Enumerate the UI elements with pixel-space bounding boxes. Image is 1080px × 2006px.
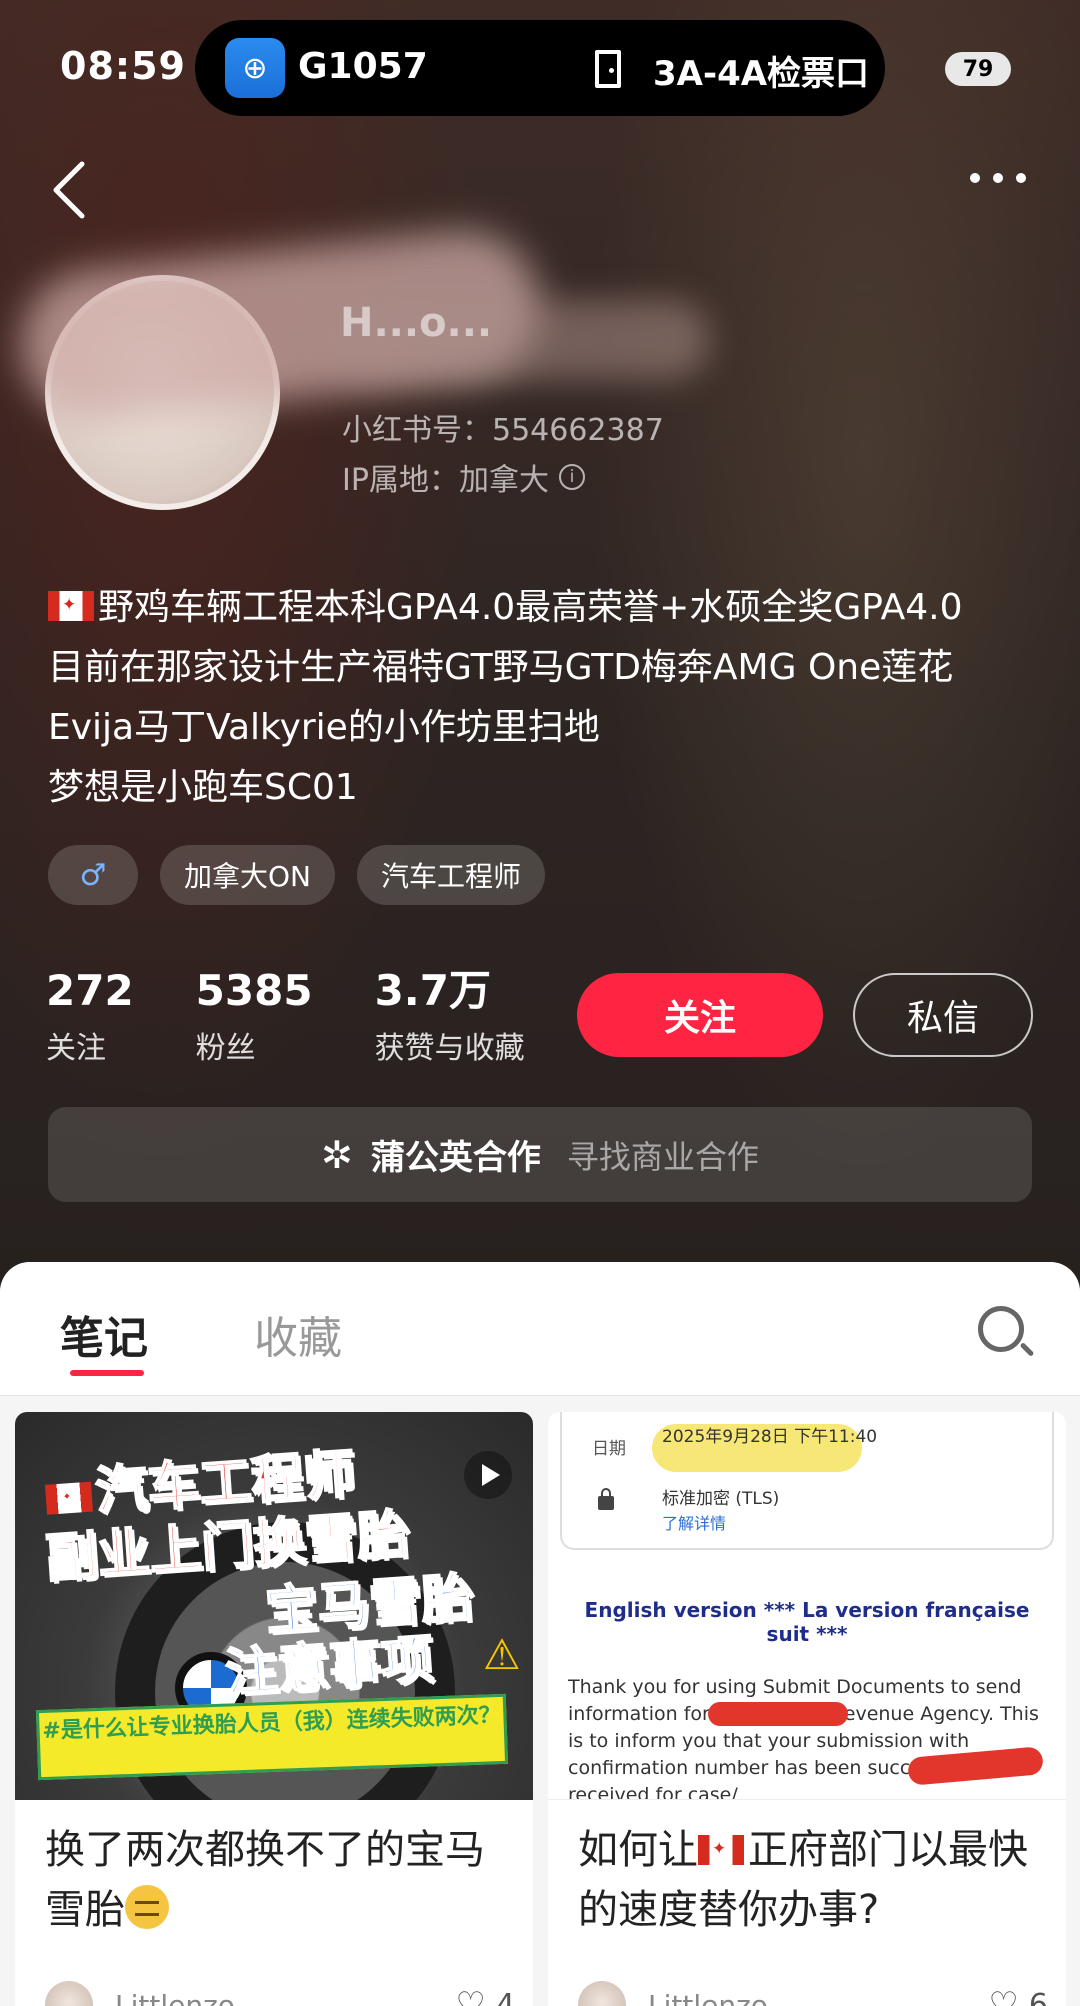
note-thumbnail[interactable]: 汽车工程师 副业上门换雪胎 宝马雪胎 注意事项 ⚠ #是什么让专业换胎人员（我）…	[15, 1412, 533, 1800]
note-title-text: 换了两次都换不了的宝马雪胎	[45, 1827, 485, 1933]
bio-line-1: 野鸡车辆工程本科GPA4.0最高荣誉+水硕全奖GPA4.0	[48, 578, 1038, 638]
warning-icon: ⚠	[483, 1630, 521, 1679]
stat-likes-label: 获赞与收藏	[374, 1031, 525, 1066]
business-title: 蒲公英合作	[370, 1138, 541, 1178]
stat-likes-count: 3.7万	[374, 966, 491, 1015]
heart-icon: ♡	[455, 1985, 486, 2006]
status-bar: 08:59 ⊕ G1057 3A-4A检票口 79	[0, 0, 1080, 130]
video-play-icon	[464, 1451, 512, 1499]
back-arrow-icon[interactable]	[50, 160, 90, 220]
more-options-icon[interactable]	[968, 168, 1028, 188]
tab-favorites[interactable]: 收藏	[254, 1302, 342, 1366]
stat-likes-collects[interactable]: 3.7万 获赞与收藏	[375, 965, 525, 1067]
bio-line-3: Evija马丁Valkyrie的小作坊里扫地	[48, 707, 600, 748]
active-tab-indicator	[70, 1370, 144, 1376]
email-header-box: 日期 2025年9月28日 下午11:40 标准加密 (TLS) 了解详情	[560, 1412, 1054, 1550]
email-date-label: 日期	[592, 1439, 626, 1459]
note-meta: Littlenzo ♡ 4	[45, 1980, 515, 2006]
canada-flag-icon	[698, 1835, 744, 1865]
stat-followers-label: 粉丝	[195, 1031, 256, 1066]
note-title-prefix: 如何让	[578, 1827, 698, 1873]
status-time: 08:59	[60, 44, 186, 88]
profile-bio: 野鸡车辆工程本科GPA4.0最高荣誉+水硕全奖GPA4.0 目前在那家设计生产福…	[48, 578, 1038, 818]
author-avatar[interactable]	[45, 1981, 93, 2006]
stat-following-label: 关注	[46, 1031, 106, 1066]
ip-location-text: IP属地：加拿大	[342, 463, 549, 498]
author-avatar[interactable]	[578, 1981, 626, 2006]
rail-icon-glyph: ⊕	[242, 50, 268, 86]
canada-flag-icon	[44, 1481, 93, 1515]
china-railway-logo-icon: ⊕	[225, 38, 285, 98]
profile-tags: ♂ 加拿大ON 汽车工程师	[48, 845, 546, 905]
canada-flag-icon	[48, 591, 94, 621]
note-title: 换了两次都换不了的宝马雪胎	[45, 1820, 515, 1940]
redaction-mark	[708, 1702, 848, 1726]
like-count: 6	[1028, 1987, 1048, 2006]
message-button[interactable]: 私信	[853, 973, 1033, 1057]
bio-line-4: 梦想是小跑车SC01	[48, 767, 358, 808]
dynamic-island-train-ticket[interactable]: ⊕ G1057 3A-4A检票口	[195, 20, 885, 116]
tag-location: 加拿大ON	[160, 845, 335, 905]
stat-followers-count: 5385	[195, 966, 313, 1015]
business-cooperation-bar[interactable]: ✲ 蒲公英合作 寻找商业合作	[48, 1107, 1032, 1202]
bio-line-1-text: 野鸡车辆工程本科GPA4.0最高荣誉+水硕全奖GPA4.0	[98, 587, 963, 628]
search-icon[interactable]	[978, 1306, 1024, 1352]
gender-male-icon: ♂	[48, 845, 138, 905]
like-button[interactable]: ♡ 6	[988, 1985, 1048, 2006]
email-english-body: Thank you for using Submit Documents to …	[568, 1676, 1039, 1800]
tab-bar: 笔记 收藏	[0, 1262, 1080, 1396]
email-english-title: English version *** La version française…	[584, 1598, 1030, 1646]
bio-line-2: 目前在那家设计生产福特GT野马GTD梅奔AMG One莲花	[48, 647, 954, 688]
profile-id[interactable]: 小红书号：554662387	[342, 405, 664, 449]
info-icon[interactable]: i	[558, 464, 585, 490]
note-title: 如何让正府部门以最快的速度替你办事?	[578, 1820, 1048, 1940]
train-number: G1057	[298, 46, 428, 87]
lock-icon	[598, 1488, 614, 1510]
expressionless-emoji-icon	[125, 1885, 169, 1929]
business-subtitle: 寻找商业合作	[566, 1137, 759, 1176]
follow-button[interactable]: 关注	[577, 973, 823, 1057]
heart-icon: ♡	[988, 1985, 1019, 2006]
note-thumbnail[interactable]: 日期 2025年9月28日 下午11:40 标准加密 (TLS) 了解详情 En…	[548, 1412, 1066, 1800]
battery-indicator: 79	[945, 52, 1011, 86]
email-encryption: 标准加密 (TLS)	[662, 1489, 780, 1509]
profile-stats: 272 关注 5385 粉丝 3.7万 获赞与收藏	[46, 965, 587, 1067]
stat-following[interactable]: 272 关注	[46, 965, 134, 1067]
email-date-value: 2025年9月28日 下午11:40	[662, 1427, 878, 1447]
note-meta: Littlenzo ♡ 6	[578, 1980, 1048, 2006]
stat-following-count: 272	[46, 966, 134, 1015]
ticket-gate: 3A-4A检票口	[653, 54, 870, 94]
note-card[interactable]: 汽车工程师 副业上门换雪胎 宝马雪胎 注意事项 ⚠ #是什么让专业换胎人员（我）…	[15, 1412, 533, 2006]
thumbnail-caption-4: 注意事项	[223, 1629, 437, 1705]
profile-ip-location[interactable]: IP属地：加拿大 i	[342, 455, 585, 499]
content-panel: 笔记 收藏 汽车工程师 副业上门换雪胎 宝马雪胎 注意事项 ⚠ #是什么让专业换…	[0, 1262, 1080, 2006]
author-name[interactable]: Littlenzo	[648, 1989, 768, 2006]
like-count: 4	[495, 1987, 515, 2006]
email-learn-more-link: 了解详情	[662, 1514, 727, 1533]
note-card[interactable]: 日期 2025年9月28日 下午11:40 标准加密 (TLS) 了解详情 En…	[548, 1412, 1066, 2006]
profile-name: H...o...	[340, 300, 493, 346]
gate-door-icon	[595, 50, 621, 88]
stat-followers[interactable]: 5385 粉丝	[196, 965, 313, 1067]
tag-profession: 汽车工程师	[357, 845, 546, 905]
dandelion-icon: ✲	[321, 1132, 353, 1177]
tab-notes[interactable]: 笔记	[60, 1302, 148, 1366]
author-name[interactable]: Littlenzo	[115, 1989, 235, 2006]
like-button[interactable]: ♡ 4	[455, 1985, 515, 2006]
